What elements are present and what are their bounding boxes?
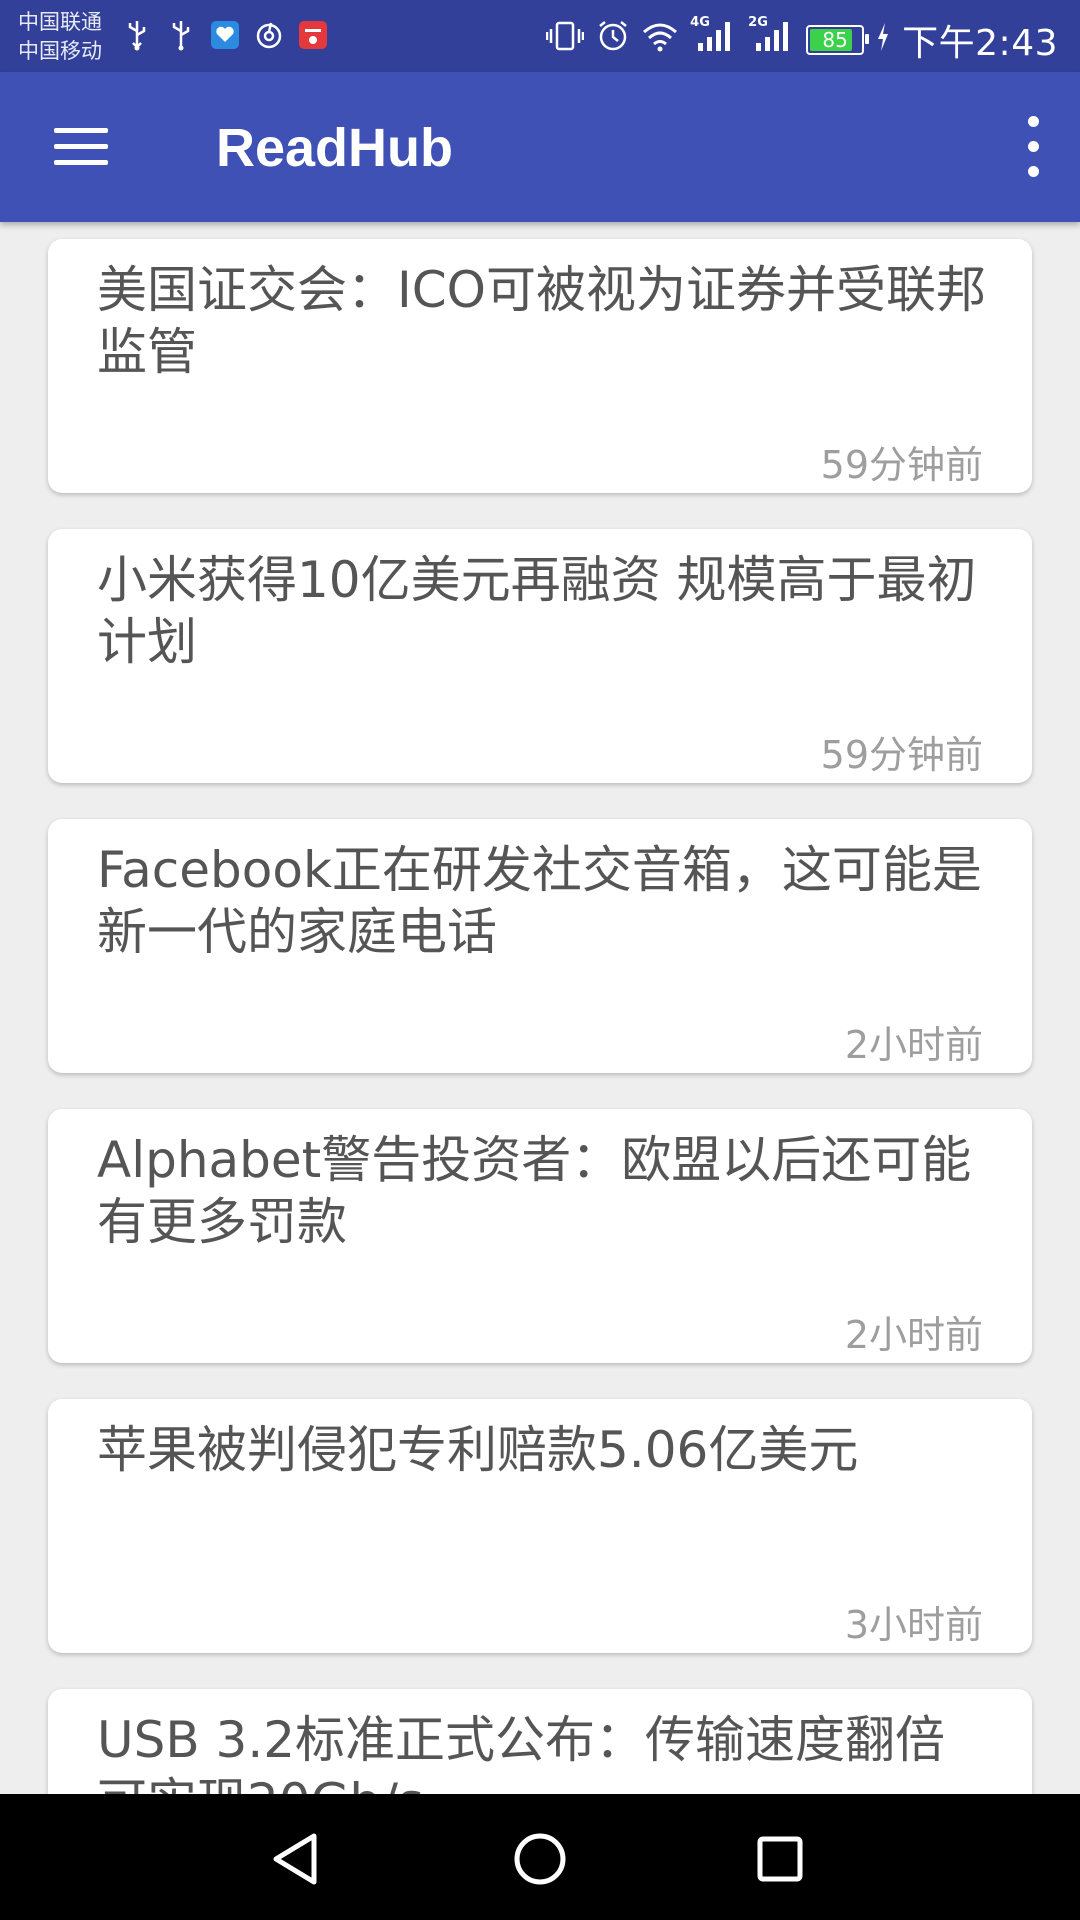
status-bar: 中国联通 中国移动 4G 2G 85 下午2:43 <box>0 0 1080 72</box>
wifi-icon <box>642 20 678 61</box>
news-title: 美国证交会：ICO可被视为证券并受联邦监管 <box>97 261 987 381</box>
notification-icons <box>122 18 328 52</box>
news-timestamp: 59分钟前 <box>820 733 983 777</box>
signal-4g-icon: 4G <box>690 15 736 62</box>
usb-icon <box>122 18 152 52</box>
news-title: Facebook正在研发社交音箱，这可能是新一代的家庭电话 <box>97 841 982 961</box>
news-title: 苹果被判侵犯专利赔款5.06亿美元 <box>97 1421 859 1479</box>
battery-level: 85 <box>822 28 848 52</box>
health-app-icon <box>210 18 240 52</box>
usb-icon <box>166 18 196 52</box>
back-icon[interactable] <box>262 1824 332 1894</box>
carrier-2: 中国移动 <box>18 39 102 63</box>
more-options-icon[interactable] <box>1016 112 1052 182</box>
signal-2-label: 2G <box>748 14 768 30</box>
recents-icon[interactable] <box>745 1824 815 1894</box>
news-card[interactable]: USB 3.2标准正式公布：传输速度翻倍可实现20Gb/s <box>48 1689 1032 1794</box>
news-title: Alphabet警告投资者：欧盟以后还可能有更多罚款 <box>97 1131 972 1251</box>
news-timestamp: 3小时前 <box>844 1603 983 1647</box>
battery-icon: 85 <box>806 25 870 55</box>
battery-nub <box>865 34 870 44</box>
jd-app-icon <box>298 18 328 52</box>
news-card[interactable]: 小米获得10亿美元再融资 规模高于最初计划 59分钟前 <box>48 529 1032 783</box>
news-timestamp: 2小时前 <box>844 1313 983 1357</box>
netease-music-icon <box>254 18 284 52</box>
menu-icon[interactable] <box>48 124 114 170</box>
vibrate-icon <box>545 20 585 61</box>
clock: 下午2:43 <box>902 23 1058 64</box>
news-feed[interactable]: 美国证交会：ICO可被视为证券并受联邦监管 59分钟前 小米获得10亿美元再融资 规… <box>0 222 1080 1794</box>
carrier-info: 中国联通 中国移动 <box>18 8 102 66</box>
news-title: USB 3.2标准正式公布：传输速度翻倍可实现20Gb/s <box>97 1711 946 1794</box>
news-timestamp: 59分钟前 <box>820 443 983 487</box>
app-title: ReadHub <box>216 118 454 178</box>
news-card[interactable]: Facebook正在研发社交音箱，这可能是新一代的家庭电话 2小时前 <box>48 819 1032 1073</box>
news-card[interactable]: 苹果被判侵犯专利赔款5.06亿美元 3小时前 <box>48 1399 1032 1653</box>
signal-1-label: 4G <box>690 14 710 30</box>
home-icon[interactable] <box>505 1824 575 1894</box>
news-timestamp: 2小时前 <box>844 1023 983 1067</box>
navigation-bar <box>0 1794 1080 1920</box>
app-bar: ReadHub <box>0 72 1080 222</box>
signal-2g-icon: 2G <box>748 15 794 62</box>
carrier-1: 中国联通 <box>18 10 102 34</box>
system-icons: 4G 2G 85 下午2:43 <box>545 14 1058 66</box>
alarm-icon <box>596 19 630 62</box>
news-card[interactable]: 美国证交会：ICO可被视为证券并受联邦监管 59分钟前 <box>48 239 1032 493</box>
charging-icon <box>876 20 890 61</box>
news-title: 小米获得10亿美元再融资 规模高于最初计划 <box>97 551 977 671</box>
news-card[interactable]: Alphabet警告投资者：欧盟以后还可能有更多罚款 2小时前 <box>48 1109 1032 1363</box>
